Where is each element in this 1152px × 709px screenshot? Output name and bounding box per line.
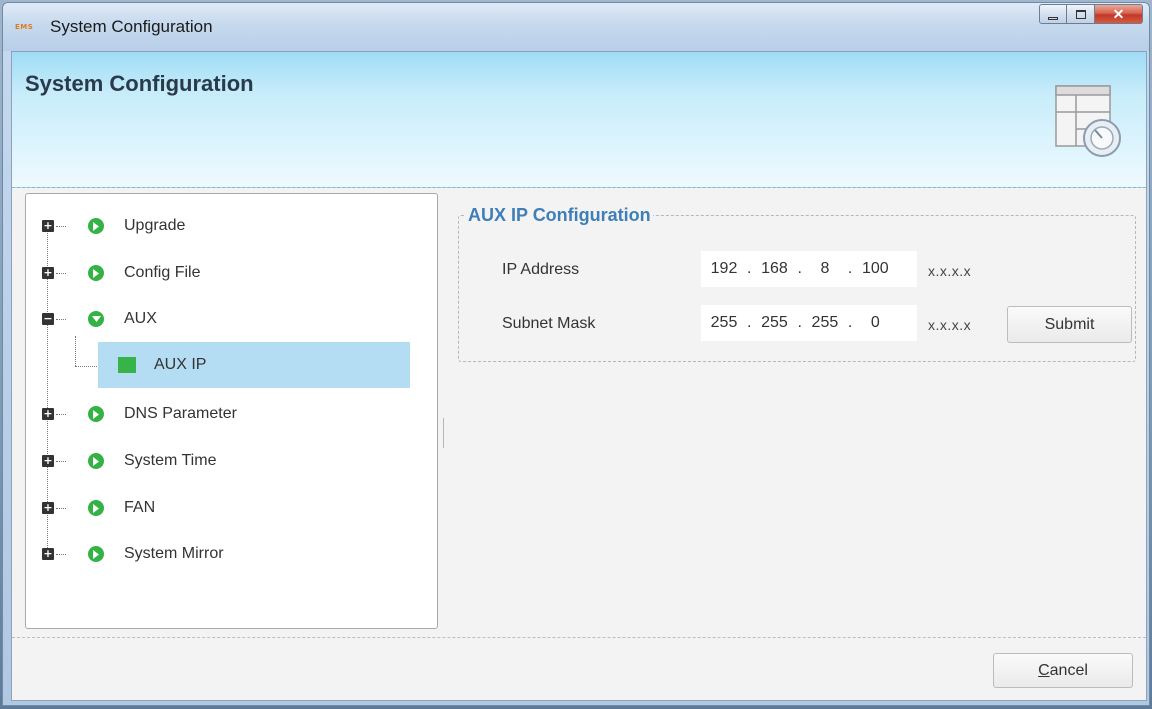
close-button[interactable]: ✕	[1095, 4, 1143, 24]
green-square-icon	[118, 357, 136, 373]
mask-octet-2[interactable]: 255	[751, 314, 797, 332]
tree-item-system-time[interactable]: + System Time	[26, 443, 426, 479]
maximize-icon	[1075, 9, 1086, 19]
tree-connector	[75, 366, 97, 367]
expand-icon[interactable]: +	[42, 267, 54, 279]
tree-item-label: Config File	[124, 264, 201, 281]
window-title: System Configuration	[50, 17, 213, 36]
tree-item-label: FAN	[124, 499, 156, 516]
tree-connector	[56, 508, 66, 509]
green-arrow-icon	[88, 218, 104, 234]
close-icon: ✕	[1112, 5, 1125, 22]
subnet-mask-input[interactable]: 255 . 255 . 255 . 0	[701, 305, 917, 341]
tree-connector	[56, 273, 66, 274]
ip-octet-2[interactable]: 168	[751, 260, 797, 278]
tree-item-label: DNS Parameter	[124, 405, 237, 422]
collapse-icon[interactable]: −	[42, 313, 54, 325]
tree-item-aux-ip[interactable]: AUX IP	[98, 342, 410, 388]
tree-item-config-file[interactable]: + Config File	[26, 255, 426, 291]
mask-format-hint: x.x.x.x	[928, 317, 972, 333]
tree-connector	[56, 461, 66, 462]
minimize-icon	[1048, 16, 1058, 20]
tree-item-label: System Mirror	[124, 545, 224, 562]
tree-connector	[56, 319, 66, 320]
ip-octet-1[interactable]: 192	[701, 260, 747, 278]
settings-window-icon	[1055, 85, 1121, 157]
window-controls: ✕	[1039, 4, 1143, 30]
app-logo-icon: EMS	[15, 23, 34, 31]
tree-connector	[56, 414, 66, 415]
tree-item-dns-parameter[interactable]: + DNS Parameter	[26, 396, 426, 432]
green-arrow-icon	[88, 453, 104, 469]
expand-icon[interactable]: +	[42, 220, 54, 232]
page-title: System Configuration	[25, 71, 254, 96]
dialog-header: System Configuration	[12, 52, 1146, 188]
mask-octet-1[interactable]: 255	[701, 314, 747, 332]
ip-address-label: IP Address	[502, 261, 580, 278]
tree-guide-line	[75, 336, 76, 366]
tree-connector	[56, 226, 66, 227]
subnet-mask-label: Subnet Mask	[502, 315, 596, 332]
ip-format-hint: x.x.x.x	[928, 263, 972, 279]
minimize-button[interactable]	[1039, 4, 1067, 24]
cancel-label-rest: ancel	[1049, 661, 1088, 679]
mask-octet-4[interactable]: 0	[852, 314, 898, 332]
cancel-mnemonic: C	[1038, 661, 1050, 679]
ip-octet-3[interactable]: 8	[802, 260, 848, 278]
submit-button[interactable]: Submit	[1007, 306, 1132, 343]
green-arrow-icon	[88, 265, 104, 281]
ip-octet-4[interactable]: 100	[852, 260, 898, 278]
green-arrow-icon	[88, 546, 104, 562]
tree-item-label: System Time	[124, 452, 217, 469]
maximize-button[interactable]	[1067, 4, 1095, 24]
expand-icon[interactable]: +	[42, 502, 54, 514]
tree-item-fan[interactable]: + FAN	[26, 490, 426, 526]
footer-divider	[12, 637, 1146, 638]
tree-item-upgrade[interactable]: + Upgrade	[26, 208, 426, 244]
expand-icon[interactable]: +	[42, 408, 54, 420]
mask-octet-3[interactable]: 255	[802, 314, 848, 332]
green-arrow-icon	[88, 500, 104, 516]
cancel-button[interactable]: Cancel	[993, 653, 1133, 688]
tree-item-label: AUX IP	[154, 356, 207, 373]
app-window: EMS System Configuration ✕ System Config…	[2, 2, 1150, 706]
tree-item-aux[interactable]: − AUX	[26, 301, 426, 337]
aux-ip-panel: AUX IP Configuration IP Address 192 . 16…	[446, 193, 1140, 633]
dialog-client-area: System Configuration + Upgrade + Config …	[11, 51, 1147, 701]
ip-address-input[interactable]: 192 . 168 . 8 . 100	[701, 251, 917, 287]
tree-item-label: AUX	[124, 310, 157, 327]
tree-item-label: Upgrade	[124, 217, 186, 234]
expand-icon[interactable]: +	[42, 548, 54, 560]
tree-item-system-mirror[interactable]: + System Mirror	[26, 536, 426, 572]
group-title: AUX IP Configuration	[466, 205, 653, 226]
expand-icon[interactable]: +	[42, 455, 54, 467]
title-bar[interactable]: EMS System Configuration ✕	[3, 3, 1149, 51]
green-arrow-icon	[88, 406, 104, 422]
tree-connector	[56, 554, 66, 555]
green-arrow-down-icon	[88, 311, 104, 327]
settings-tree: + Upgrade + Config File − AUX AUX IP + D…	[25, 193, 438, 629]
